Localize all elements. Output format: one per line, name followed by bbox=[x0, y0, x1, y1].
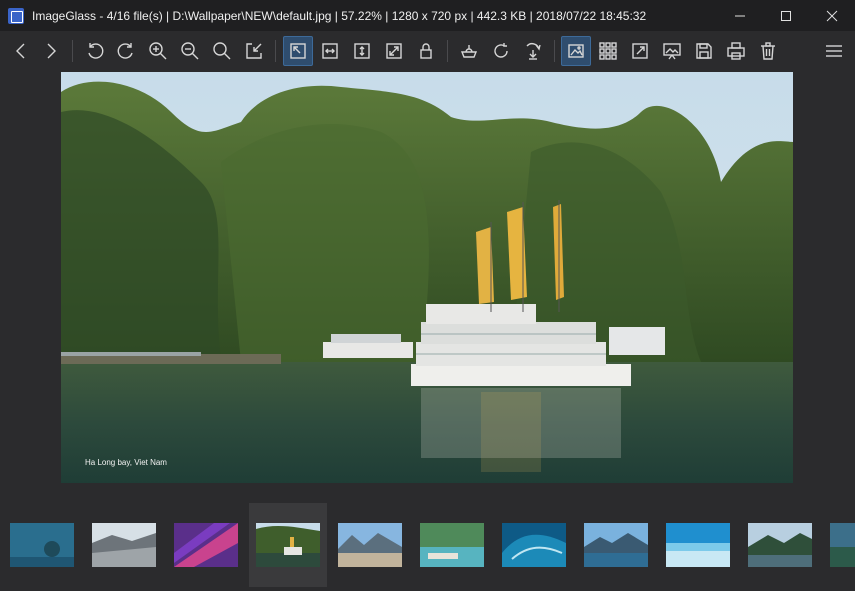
thumbnail-item[interactable] bbox=[577, 503, 655, 587]
thumbnail-item[interactable] bbox=[167, 503, 245, 587]
goto-image-icon bbox=[526, 43, 541, 60]
actual-size-button[interactable] bbox=[239, 36, 269, 66]
thumbnail-bar-button[interactable] bbox=[593, 36, 623, 66]
save-icon bbox=[696, 43, 712, 59]
maximize-button[interactable] bbox=[763, 0, 809, 31]
thumbnail-item[interactable] bbox=[85, 503, 163, 587]
checkerboard-button[interactable] bbox=[561, 36, 591, 66]
scale-to-fill-button[interactable] bbox=[379, 36, 409, 66]
thumbnail-item[interactable] bbox=[331, 503, 409, 587]
main-image: Ha Long bay, Viet Nam bbox=[61, 72, 793, 483]
slideshow-icon bbox=[663, 43, 681, 60]
slideshow-button[interactable] bbox=[657, 36, 687, 66]
toolbar-separator bbox=[72, 40, 73, 62]
scale-to-height-icon bbox=[354, 43, 370, 59]
zoom-to-fit-icon bbox=[213, 42, 231, 60]
auto-zoom-button[interactable] bbox=[283, 36, 313, 66]
rotate-right-icon bbox=[117, 43, 133, 59]
window-title: ImageGlass - 4/16 file(s) | D:\Wallpaper… bbox=[32, 8, 647, 23]
window-controls bbox=[717, 0, 855, 31]
zoom-in-icon bbox=[149, 42, 167, 60]
thumbnail-image bbox=[420, 523, 484, 567]
next-image-button[interactable] bbox=[36, 36, 66, 66]
main-menu-button[interactable] bbox=[819, 36, 849, 66]
toolbar-separator bbox=[447, 40, 448, 62]
thumbnail-image bbox=[830, 523, 855, 567]
toolbar-separator bbox=[554, 40, 555, 62]
checkerboard-icon bbox=[568, 44, 584, 58]
minimize-icon bbox=[735, 15, 745, 16]
thumbnail-image bbox=[10, 523, 74, 567]
thumbnail-image bbox=[174, 523, 238, 567]
rotate-left-icon bbox=[88, 43, 104, 59]
thumbnail-item[interactable] bbox=[495, 503, 573, 587]
zoom-out-button[interactable] bbox=[175, 36, 205, 66]
actual-size-icon bbox=[246, 43, 262, 59]
print-icon bbox=[727, 42, 745, 60]
next-image-icon bbox=[47, 43, 56, 59]
lock-zoom-icon bbox=[420, 43, 432, 59]
previous-image-button[interactable] bbox=[6, 36, 36, 66]
title-bar: ImageGlass - 4/16 file(s) | D:\Wallpaper… bbox=[0, 0, 855, 31]
thumbnail-image bbox=[92, 523, 156, 567]
save-button[interactable] bbox=[689, 36, 719, 66]
zoom-out-icon bbox=[181, 42, 199, 60]
refresh-icon bbox=[494, 43, 508, 58]
fullscreen-icon bbox=[632, 43, 648, 59]
thumbnail-bar-icon bbox=[599, 42, 617, 60]
scale-to-height-button[interactable] bbox=[347, 36, 377, 66]
thumbnail-item-selected[interactable] bbox=[249, 503, 327, 587]
maximize-icon bbox=[781, 10, 791, 21]
close-button[interactable] bbox=[809, 0, 855, 31]
menu-icon bbox=[826, 45, 842, 57]
close-icon bbox=[826, 10, 838, 21]
goto-image-button[interactable] bbox=[518, 36, 548, 66]
previous-image-icon bbox=[16, 43, 25, 59]
print-button[interactable] bbox=[721, 36, 751, 66]
scale-to-width-button[interactable] bbox=[315, 36, 345, 66]
delete-icon bbox=[761, 42, 775, 60]
delete-button[interactable] bbox=[753, 36, 783, 66]
auto-zoom-icon bbox=[290, 43, 306, 59]
thumbnail-image bbox=[666, 523, 730, 567]
scale-to-fill-icon bbox=[386, 43, 402, 59]
minimize-button[interactable] bbox=[717, 0, 763, 31]
thumbnail-image bbox=[256, 523, 320, 567]
toolbar-separator bbox=[275, 40, 276, 62]
thumbnail-bar bbox=[0, 497, 855, 591]
refresh-button[interactable] bbox=[486, 36, 516, 66]
image-caption: Ha Long bay, Viet Nam bbox=[85, 458, 167, 467]
thumbnail-item[interactable] bbox=[659, 503, 737, 587]
zoom-to-fit-button[interactable] bbox=[207, 36, 237, 66]
thumbnail-item[interactable] bbox=[823, 503, 855, 587]
open-with-button[interactable] bbox=[454, 36, 484, 66]
scale-to-width-icon bbox=[322, 43, 338, 59]
image-viewer[interactable]: Ha Long bay, Viet Nam bbox=[0, 71, 855, 497]
toolbar bbox=[0, 31, 855, 71]
rotate-right-button[interactable] bbox=[111, 36, 141, 66]
rotate-left-button[interactable] bbox=[80, 36, 110, 66]
thumbnail-image bbox=[338, 523, 402, 567]
open-with-icon bbox=[460, 45, 478, 58]
app-icon bbox=[8, 7, 24, 24]
thumbnail-image bbox=[748, 523, 812, 567]
thumbnail-item[interactable] bbox=[741, 503, 819, 587]
thumbnail-item[interactable] bbox=[413, 503, 491, 587]
zoom-in-button[interactable] bbox=[143, 36, 173, 66]
lock-zoom-button[interactable] bbox=[411, 36, 441, 66]
thumbnail-image bbox=[502, 523, 566, 567]
thumbnail-image bbox=[584, 523, 648, 567]
thumbnail-item[interactable] bbox=[3, 503, 81, 587]
fullscreen-button[interactable] bbox=[625, 36, 655, 66]
